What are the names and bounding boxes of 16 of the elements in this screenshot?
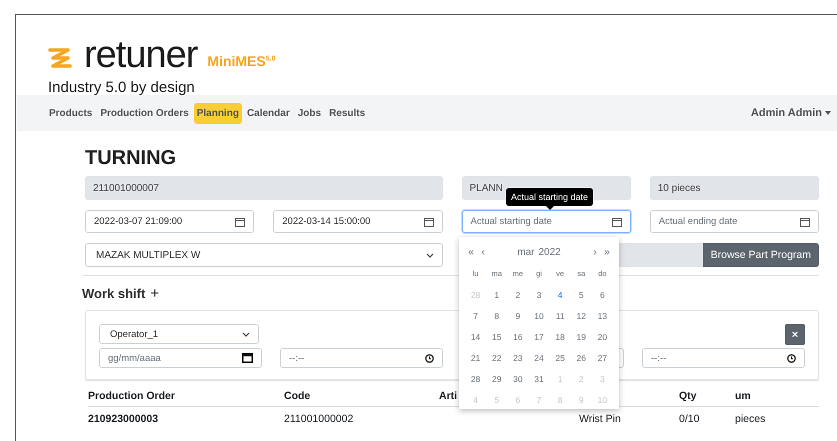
column-header: Production Order — [88, 386, 284, 407]
table-cell-text: 0/10 — [679, 412, 700, 427]
order-code-field: 211001000007 — [85, 176, 442, 200]
quantity-field: 10 pieces — [650, 176, 819, 200]
table-cell-text: 210923000003 — [88, 412, 160, 427]
product-name: MiniMES$^{5.0}$ — [207, 53, 276, 69]
column-header: Qty — [679, 386, 735, 407]
section-title: Work shift — [82, 286, 146, 301]
table-cell-text: 211001000002 — [284, 412, 354, 427]
brand-name: retuner — [84, 37, 198, 73]
table-cell-text: pieces — [735, 412, 766, 427]
column-header: um — [735, 386, 819, 407]
tagline: Industry 5.0 by design — [48, 79, 196, 96]
column-header: Code — [284, 386, 439, 407]
table-cell-text: Wrist Pin — [579, 412, 622, 427]
page-title: TURNING — [85, 147, 178, 170]
